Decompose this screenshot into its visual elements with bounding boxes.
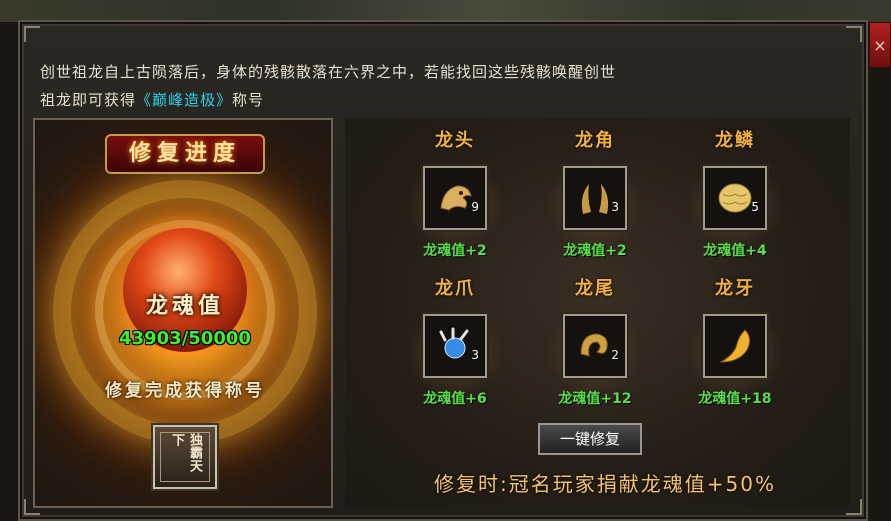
- game-world-background: [0, 0, 891, 22]
- dragon-tail-icon: [580, 333, 608, 357]
- part-name: 龙头: [435, 130, 475, 151]
- part-dragon-scale: 龙鳞 5 龙魂值+4: [665, 126, 805, 276]
- dragon-claw-icon: [439, 327, 469, 359]
- soul-value-label: 龙魂值: [145, 294, 224, 319]
- intro-suffix: 称号: [232, 91, 265, 109]
- intro-line-1: 创世祖龙自上古陨落后，身体的残骸散落在六界之中，若能找回这些残骸唤醒创世: [40, 63, 617, 81]
- badge-text: 独霸天下: [160, 432, 210, 482]
- item-count: 2: [611, 348, 619, 362]
- dragon-scale-icon: [718, 183, 752, 213]
- part-bonus: 龙魂值+2: [563, 243, 627, 259]
- dragon-parts-panel: 龙头 9 龙魂值+2 龙角 3 龙魂值+2 龙鳞 5 龙魂值+4 龙爪 3 龙魂…: [345, 118, 850, 508]
- reward-title-badge[interactable]: 独霸天下: [153, 425, 217, 489]
- part-dragon-tail: 龙尾 2 龙魂值+12: [525, 274, 665, 424]
- part-slot[interactable]: 2: [563, 314, 627, 378]
- item-count: 5: [751, 200, 759, 214]
- dragon-horn-icon: [581, 184, 609, 214]
- part-name: 龙牙: [715, 278, 755, 299]
- frame-corner: [846, 26, 862, 42]
- frame-corner: [24, 26, 40, 42]
- one-click-repair-button[interactable]: 一键修复: [538, 423, 642, 455]
- item-count: 9: [471, 200, 479, 214]
- intro-prefix: 祖龙即可获得: [40, 91, 137, 109]
- intro-text: 创世祖龙自上古陨落后，身体的残骸散落在六界之中，若能找回这些残骸唤醒创世 祖龙即…: [40, 58, 840, 114]
- part-bonus: 龙魂值+12: [558, 391, 632, 407]
- part-name: 龙爪: [435, 278, 475, 299]
- soul-value-counter: 43903/50000: [119, 328, 251, 349]
- progress-title: 修复进度: [105, 134, 265, 174]
- reward-text: 修复完成获得称号: [105, 381, 265, 401]
- part-name: 龙角: [575, 130, 615, 151]
- dragon-fang-icon: [719, 329, 751, 363]
- part-bonus: 龙魂值+18: [698, 391, 772, 407]
- part-dragon-fang: 龙牙 龙魂值+18: [665, 274, 805, 424]
- part-slot[interactable]: 9: [423, 166, 487, 230]
- part-dragon-head: 龙头 9 龙魂值+2: [385, 126, 525, 276]
- contribution-note: 修复时:冠名玩家捐献龙魂值+50%: [434, 472, 776, 496]
- item-count: 3: [471, 348, 479, 362]
- part-name: 龙尾: [575, 278, 615, 299]
- repair-progress-panel: 修复进度 龙魂值 43903/50000 修复完成获得称号 独霸天下: [33, 118, 333, 508]
- item-count: 3: [611, 200, 619, 214]
- part-slot[interactable]: 3: [563, 166, 627, 230]
- part-bonus: 龙魂值+6: [423, 391, 487, 407]
- intro-line-2: 祖龙即可获得《巅峰造极》称号: [40, 86, 840, 114]
- part-dragon-horn: 龙角 3 龙魂值+2: [525, 126, 665, 276]
- part-slot[interactable]: [703, 314, 767, 378]
- part-name: 龙鳞: [715, 130, 755, 151]
- part-bonus: 龙魂值+4: [703, 243, 767, 259]
- part-slot[interactable]: 5: [703, 166, 767, 230]
- close-icon: ×: [873, 35, 887, 55]
- part-bonus: 龙魂值+2: [423, 243, 487, 259]
- close-button[interactable]: ×: [869, 22, 891, 68]
- honor-title-link: 《巅峰造极》: [136, 91, 233, 109]
- part-slot[interactable]: 3: [423, 314, 487, 378]
- part-dragon-claw: 龙爪 3 龙魂值+6: [385, 274, 525, 424]
- dragon-head-icon: [440, 185, 472, 211]
